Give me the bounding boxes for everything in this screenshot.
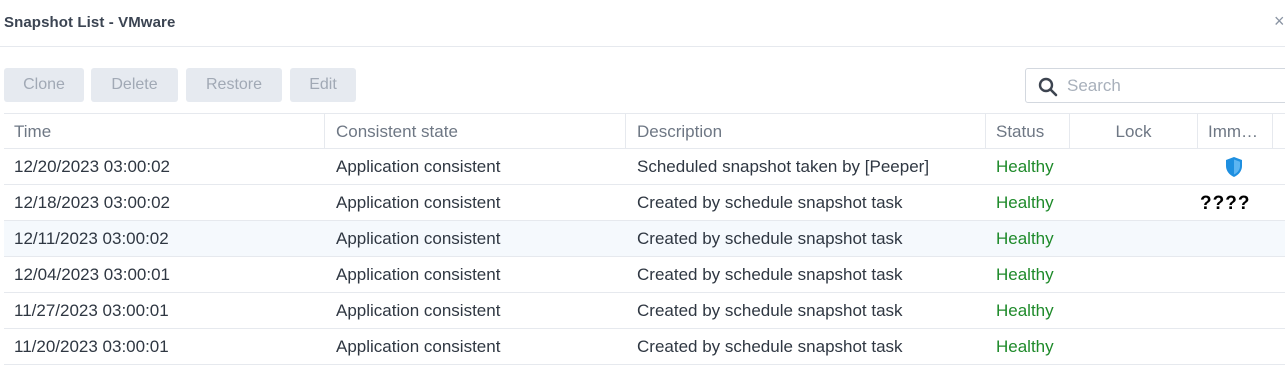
column-header-filler — [1273, 114, 1285, 149]
cell-time: 11/27/2023 03:00:01 — [14, 301, 169, 320]
column-header-immutable[interactable]: Imm… — [1198, 114, 1273, 149]
cell-time: 12/18/2023 03:00:02 — [14, 193, 170, 212]
cell-description: Scheduled snapshot taken by [Peeper] — [637, 157, 930, 176]
cell-status: Healthy — [996, 265, 1054, 284]
table-row[interactable]: 12/18/2023 03:00:02 Application consiste… — [4, 185, 1285, 221]
search-icon — [1038, 77, 1058, 97]
column-header-status[interactable]: Status — [986, 114, 1070, 149]
cell-consistent-state: Application consistent — [336, 301, 501, 320]
cell-status: Healthy — [996, 229, 1054, 248]
annotation-question-marks: ???? — [1200, 193, 1251, 214]
cell-status: Healthy — [996, 301, 1054, 320]
table-row[interactable]: 12/20/2023 03:00:02 Application consiste… — [4, 149, 1285, 185]
column-header-consistent-state[interactable]: Consistent state — [325, 114, 626, 149]
dialog-titlebar: Snapshot List - VMware × — [0, 0, 1285, 47]
dialog-title: Snapshot List - VMware — [4, 14, 176, 31]
cell-description: Created by schedule snapshot task — [637, 265, 903, 284]
clone-button[interactable]: Clone — [4, 68, 84, 102]
column-header-lock[interactable]: Lock — [1070, 114, 1198, 149]
cell-status: Healthy — [996, 337, 1054, 356]
shield-icon — [1226, 157, 1242, 177]
cell-time: 12/11/2023 03:00:02 — [14, 229, 169, 248]
cell-description: Created by schedule snapshot task — [637, 301, 903, 320]
cell-status: Healthy — [996, 193, 1054, 212]
toolbar: Clone Delete Restore Edit — [0, 68, 1285, 103]
cell-time: 12/04/2023 03:00:01 — [14, 265, 170, 284]
cell-description: Created by schedule snapshot task — [637, 229, 903, 248]
snapshot-table: Time Consistent state Description Status… — [4, 113, 1285, 365]
column-header-description[interactable]: Description — [626, 114, 986, 149]
cell-consistent-state: Application consistent — [336, 229, 501, 248]
cell-description: Created by schedule snapshot task — [637, 193, 903, 212]
column-header-time[interactable]: Time — [4, 114, 325, 149]
table-row[interactable]: 11/20/2023 03:00:01 Application consiste… — [4, 329, 1285, 365]
delete-button[interactable]: Delete — [91, 68, 178, 102]
cell-consistent-state: Application consistent — [336, 193, 501, 212]
cell-consistent-state: Application consistent — [336, 265, 501, 284]
search-input[interactable] — [1067, 70, 1285, 101]
edit-button[interactable]: Edit — [290, 68, 356, 102]
restore-button[interactable]: Restore — [186, 68, 282, 102]
cell-consistent-state: Application consistent — [336, 337, 501, 356]
table-header: Time Consistent state Description Status… — [4, 113, 1285, 149]
search-box[interactable] — [1025, 68, 1285, 103]
cell-consistent-state: Application consistent — [336, 157, 501, 176]
cell-time: 12/20/2023 03:00:02 — [14, 157, 170, 176]
table-row[interactable]: 12/11/2023 03:00:02 Application consiste… — [4, 221, 1285, 257]
cell-description: Created by schedule snapshot task — [637, 337, 903, 356]
table-row[interactable]: 11/27/2023 03:00:01 Application consiste… — [4, 293, 1285, 329]
close-icon[interactable]: × — [1274, 10, 1285, 32]
table-row[interactable]: 12/04/2023 03:00:01 Application consiste… — [4, 257, 1285, 293]
cell-time: 11/20/2023 03:00:01 — [14, 337, 169, 356]
cell-status: Healthy — [996, 157, 1054, 176]
